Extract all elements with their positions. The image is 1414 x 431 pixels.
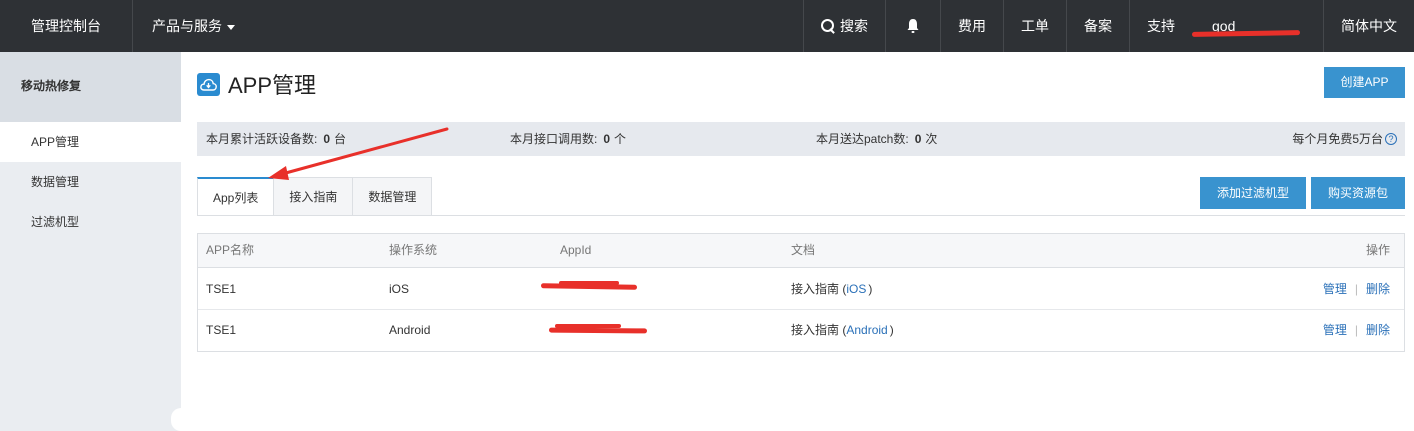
sidebar-nav: APP管理 数据管理 过滤机型 <box>0 122 181 242</box>
tab-data-management[interactable]: 数据管理 <box>353 177 433 216</box>
stat-label: 本月接口调用数: <box>510 132 598 146</box>
redaction-mark <box>555 324 621 328</box>
column-header-actions: 操作 <box>1365 243 1390 257</box>
tab-bar: App列表 接入指南 数据管理 <box>197 177 433 216</box>
page-title: APP管理 <box>228 73 317 98</box>
search-label: 搜索 <box>840 18 868 34</box>
free-quota-note: 每个月免费5万台? <box>1292 122 1397 156</box>
products-menu-label: 产品与服务 <box>152 18 222 34</box>
stat-unit: 台 <box>334 132 347 146</box>
sidebar-collapse-handle[interactable] <box>171 408 181 431</box>
sidebar-item-app-management[interactable]: APP管理 <box>0 122 181 162</box>
table-row: TSE1 iOS 接入指南 (iOS) 管理 | 删除 <box>198 268 1404 310</box>
stat-label: 本月送达patch数: <box>816 132 909 146</box>
stats-bar: 本月累计活跃设备数: 0 台 本月接口调用数: 0 个 本月送达patch数: 0 次 每个… <box>197 122 1405 156</box>
help-icon[interactable]: ? <box>1385 133 1397 145</box>
stat-value: 0 <box>603 132 611 146</box>
stat-unit: 次 <box>925 132 938 146</box>
free-quota-text: 每个月免费5万台 <box>1292 132 1383 146</box>
manage-link[interactable]: 管理 <box>1323 323 1347 337</box>
manage-link[interactable]: 管理 <box>1323 282 1347 296</box>
caret-down-icon <box>227 24 235 30</box>
sidebar-item-data-management[interactable]: 数据管理 <box>0 162 181 202</box>
actions-cell: 管理 | 删除 <box>1323 310 1390 351</box>
redaction-mark <box>548 327 648 334</box>
tab-integration-guide[interactable]: 接入指南 <box>274 177 354 216</box>
stat-value: 0 <box>323 132 331 146</box>
app-name-cell: TSE1 <box>206 282 237 296</box>
console-home-link[interactable]: 管理控制台 <box>0 0 133 52</box>
add-filter-model-button[interactable]: 添加过滤机型 <box>1200 177 1306 209</box>
notification-button[interactable] <box>885 0 940 52</box>
docs-android-link[interactable]: Android <box>846 323 887 337</box>
stat-patches-delivered: 本月送达patch数: 0 次 <box>816 122 937 156</box>
search-button[interactable]: 搜索 <box>803 0 885 52</box>
billing-link[interactable]: 费用 <box>940 0 1003 52</box>
column-header-appid: AppId <box>560 243 592 257</box>
stat-active-devices: 本月累计活跃设备数: 0 台 <box>206 122 346 156</box>
cloud-icon <box>197 72 220 96</box>
stat-unit: 个 <box>614 132 627 146</box>
ticket-link[interactable]: 工单 <box>1003 0 1066 52</box>
delete-link[interactable]: 删除 <box>1366 282 1390 296</box>
topbar-right-menu: 搜索 费用 工单 备案 支持 god 简体中文 <box>803 0 1414 52</box>
stat-api-calls: 本月接口调用数: 0 个 <box>510 122 626 156</box>
stat-value: 0 <box>914 132 922 146</box>
products-menu[interactable]: 产品与服务 <box>133 0 254 52</box>
search-icon <box>821 19 835 33</box>
buy-resource-pack-button[interactable]: 购买资源包 <box>1311 177 1405 209</box>
delete-link[interactable]: 删除 <box>1366 323 1390 337</box>
user-account-menu[interactable]: god <box>1191 0 1323 52</box>
appid-cell <box>548 324 648 334</box>
table-header: APP名称 操作系统 AppId 文档 操作 <box>198 234 1404 268</box>
column-header-docs: 文档 <box>791 243 816 257</box>
docs-prefix: 接入指南 ( <box>791 323 847 337</box>
docs-prefix: 接入指南 ( <box>791 282 847 296</box>
filing-link[interactable]: 备案 <box>1066 0 1129 52</box>
app-table: APP名称 操作系统 AppId 文档 操作 TSE1 iOS 接入指南 (iO… <box>197 233 1405 352</box>
action-separator: | <box>1354 323 1358 337</box>
sidebar-item-filter-models[interactable]: 过滤机型 <box>0 202 181 242</box>
docs-ios-link[interactable]: iOS <box>846 282 866 296</box>
actions-cell: 管理 | 删除 <box>1323 268 1390 310</box>
create-app-button[interactable]: 创建APP <box>1324 67 1405 98</box>
bell-icon <box>907 19 919 33</box>
top-navbar: 管理控制台 产品与服务 搜索 费用 工单 备案 支持 god 简体中文 <box>0 0 1414 52</box>
sidebar: 移动热修复 APP管理 数据管理 过滤机型 <box>0 52 181 431</box>
stat-label: 本月累计活跃设备数: <box>206 132 318 146</box>
appid-cell <box>540 281 638 290</box>
docs-cell: 接入指南 (Android) <box>791 310 894 351</box>
docs-suffix: ) <box>868 282 873 296</box>
redaction-mark <box>1191 30 1301 37</box>
tab-app-list[interactable]: App列表 <box>197 177 275 216</box>
os-cell: Android <box>389 323 431 337</box>
redaction-mark <box>559 281 619 285</box>
sidebar-title: 移动热修复 <box>0 52 181 122</box>
tab-divider <box>197 215 1405 216</box>
language-switcher[interactable]: 简体中文 <box>1323 0 1414 52</box>
action-separator: | <box>1354 282 1358 296</box>
column-header-os: 操作系统 <box>389 243 438 257</box>
os-cell: iOS <box>389 282 410 296</box>
page-header: APP管理 <box>197 69 316 99</box>
docs-cell: 接入指南 (iOS) <box>791 268 872 310</box>
support-link[interactable]: 支持 <box>1129 0 1192 52</box>
docs-suffix: ) <box>889 323 894 337</box>
column-header-app-name: APP名称 <box>206 243 255 257</box>
app-name-cell: TSE1 <box>206 323 237 337</box>
table-row: TSE1 Android 接入指南 (Android) 管理 | 删除 <box>198 310 1404 351</box>
